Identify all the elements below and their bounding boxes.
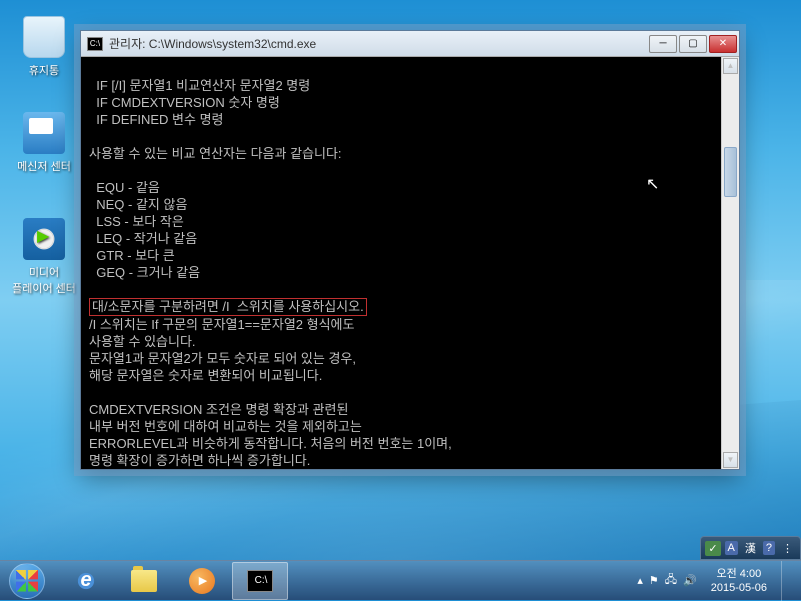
desktop-icon-recycle-bin[interactable]: 휴지통: [14, 16, 74, 78]
ie-icon: [72, 567, 100, 595]
window-title: 관리자: C:\Windows\system32\cmd.exe: [109, 35, 649, 52]
system-tray: ▴ ⚑ 🖧 🔊 오전 4:00 2015-05-06: [631, 561, 801, 601]
langbar-hanja[interactable]: 漢: [742, 539, 759, 557]
desktop-icon-messenger[interactable]: 메신저 센터: [14, 112, 74, 174]
desktop-icon-label: 휴지통: [14, 62, 74, 78]
taskbar-media-player[interactable]: [174, 562, 230, 600]
taskbar-explorer[interactable]: [116, 562, 172, 600]
cmd-icon: C:\: [87, 37, 103, 51]
messenger-folder-icon: [23, 112, 65, 154]
close-button[interactable]: ✕: [709, 35, 737, 53]
scroll-down-button[interactable]: ▼: [723, 452, 738, 468]
volume-icon[interactable]: 🔊: [683, 574, 697, 587]
clock-date: 2015-05-06: [711, 581, 767, 595]
taskbar: C:\ ▴ ⚑ 🖧 🔊 오전 4:00 2015-05-06: [0, 560, 801, 600]
scrollbar-thumb[interactable]: [724, 147, 737, 197]
media-player-icon: [23, 218, 65, 260]
langbar-help-icon[interactable]: ?: [763, 541, 775, 555]
scroll-up-button[interactable]: ▲: [723, 58, 738, 74]
taskbar-cmd[interactable]: C:\: [232, 562, 288, 600]
console-scrollbar[interactable]: ▲ ▼: [721, 57, 739, 469]
langbar-input-mode[interactable]: A: [725, 541, 738, 555]
highlighted-text: 대/소문자를 구분하려면 /I 스위치를 사용하십시오.: [89, 298, 367, 316]
start-button[interactable]: [0, 562, 54, 600]
console-output: IF [/I] 문자열1 비교연산자 문자열2 명령 IF CMDEXTVERS…: [81, 57, 739, 469]
cmd-window: C:\ 관리자: C:\Windows\system32\cmd.exe ─ ▢…: [80, 30, 740, 470]
desktop: 휴지통 메신저 센터 미디어 플레이어 센터 C:\ 관리자: C:\Windo…: [0, 0, 801, 600]
explorer-icon: [131, 570, 157, 592]
minimize-button[interactable]: ─: [649, 35, 677, 53]
language-bar[interactable]: ✓ A 漢 ? ⋮: [700, 536, 801, 560]
windows-logo-icon: [9, 563, 45, 599]
tray-icons: ▴ ⚑ 🖧 🔊: [637, 571, 696, 590]
langbar-check-icon[interactable]: ✓: [705, 541, 720, 556]
cmd-taskbar-icon: C:\: [247, 570, 273, 592]
desktop-icon-media-player[interactable]: 미디어 플레이어 센터: [6, 218, 82, 296]
titlebar[interactable]: C:\ 관리자: C:\Windows\system32\cmd.exe ─ ▢…: [81, 31, 739, 57]
window-controls: ─ ▢ ✕: [649, 35, 737, 53]
action-center-icon[interactable]: ⚑: [649, 574, 659, 587]
mouse-cursor-icon: ↖: [646, 177, 659, 193]
taskbar-ie[interactable]: [58, 562, 114, 600]
clock-time: 오전 4:00: [711, 567, 767, 581]
show-desktop-button[interactable]: [781, 561, 795, 601]
maximize-button[interactable]: ▢: [679, 35, 707, 53]
langbar-options-icon[interactable]: ⋮: [779, 541, 796, 556]
desktop-icon-label: 메신저 센터: [14, 158, 74, 174]
desktop-icon-label: 미디어 플레이어 센터: [6, 264, 82, 296]
recycle-bin-icon: [23, 16, 65, 58]
network-icon[interactable]: 🖧: [665, 571, 677, 590]
taskbar-items: C:\: [58, 562, 288, 600]
wmp-icon: [189, 568, 215, 594]
clock[interactable]: 오전 4:00 2015-05-06: [705, 567, 773, 595]
tray-expand-icon[interactable]: ▴: [637, 574, 643, 587]
